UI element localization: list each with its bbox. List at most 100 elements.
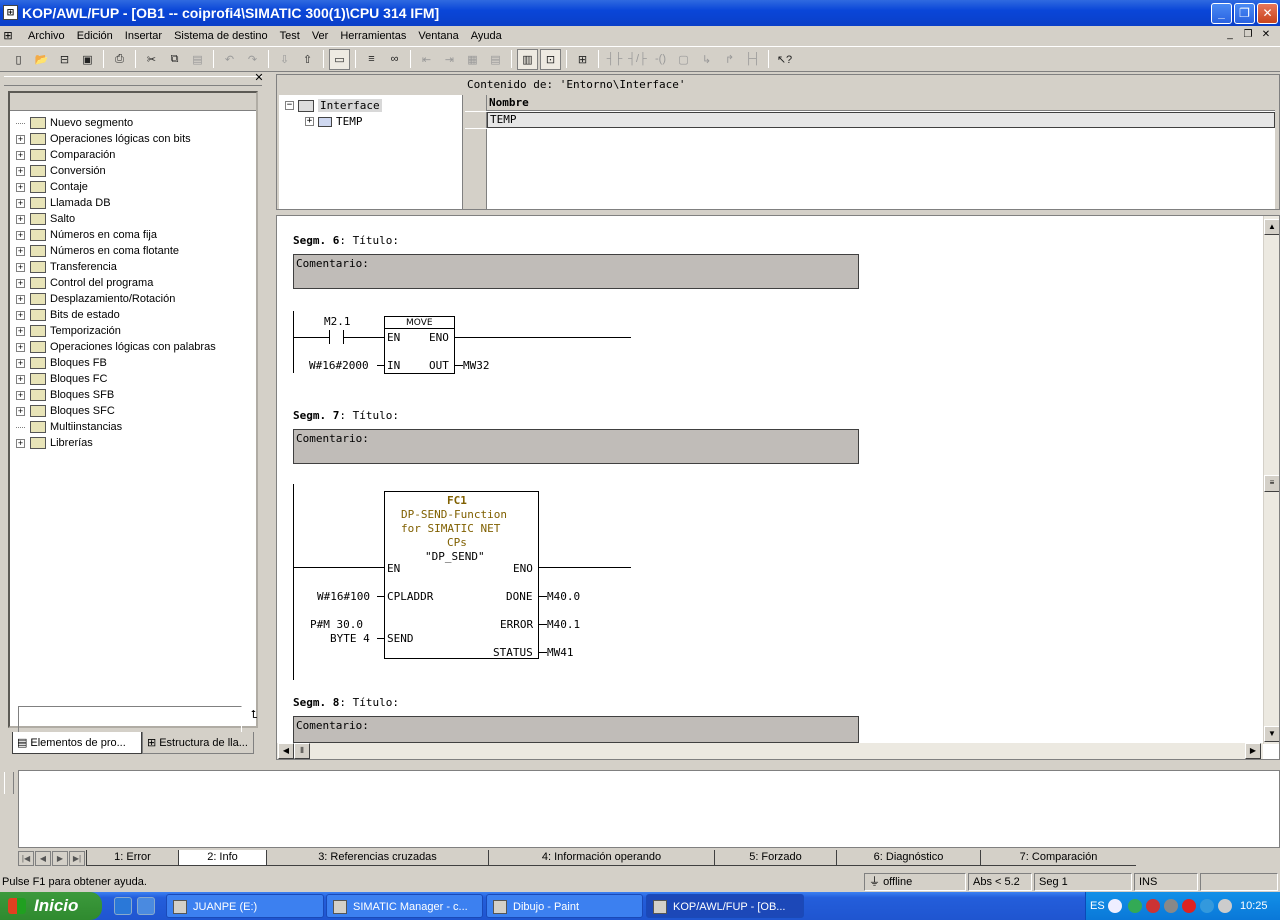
tree-item[interactable]: + Números en coma fija (10, 227, 256, 243)
send-value-line2[interactable]: BYTE 4 (330, 632, 370, 645)
panel-icon[interactable]: ▥ (517, 48, 538, 70)
branch-open-icon[interactable]: ↳ (696, 49, 717, 70)
menu-test[interactable]: Test (274, 30, 306, 42)
expand-icon[interactable]: + (16, 262, 25, 272)
segment-7-header[interactable]: Segm. 7: Título: (293, 409, 399, 422)
tab-last-button[interactable]: ▶| (69, 850, 85, 866)
task-juanpe[interactable]: JUANPE (E:) (166, 894, 324, 918)
menu-ventana[interactable]: Ventana (412, 30, 464, 42)
expand-icon[interactable]: + (16, 310, 25, 320)
save-icon[interactable]: ▣ (77, 49, 98, 70)
tree-item[interactable]: + Librerías (10, 435, 256, 451)
segment-6-comment[interactable]: Comentario: (293, 254, 859, 289)
tree-item[interactable]: + Bloques FC (10, 371, 256, 387)
expand-icon[interactable]: + (16, 390, 25, 400)
segment-8-header[interactable]: Segm. 8: Título: (293, 696, 399, 709)
tab-call-structure[interactable]: ⊞ Estructura de lla... (142, 732, 254, 754)
scroll-left-button[interactable]: ◀ (278, 743, 294, 759)
minimize-button[interactable]: _ (1211, 3, 1232, 24)
expand-icon[interactable]: + (16, 150, 25, 160)
table-row[interactable]: TEMP (465, 112, 1275, 128)
tray-shield-icon[interactable] (1146, 899, 1160, 913)
output-tab[interactable]: 6: Diagnóstico (836, 850, 980, 866)
contact-operand[interactable]: M2.1 (324, 315, 351, 328)
paste-icon[interactable]: ▤ (187, 49, 208, 70)
menu-ver[interactable]: Ver (306, 30, 335, 42)
menu-ayuda[interactable]: Ayuda (465, 30, 508, 42)
glasses-icon[interactable]: ∞ (384, 49, 405, 70)
expand-icon[interactable]: + (16, 198, 25, 208)
expand-icon[interactable]: + (16, 246, 25, 256)
collapse-icon[interactable]: − (285, 101, 294, 110)
contact-no-icon[interactable]: ┤├ (604, 49, 625, 70)
ie-icon[interactable] (114, 897, 132, 915)
tray-network-icon[interactable] (1128, 899, 1142, 913)
new-icon[interactable]: ▯ (8, 49, 29, 70)
expand-icon[interactable]: + (16, 406, 25, 416)
ladder-editor[interactable]: Segm. 6: Título: Comentario: M2.1 MOVE E… (276, 215, 1280, 760)
task-simatic-manager[interactable]: SIMATIC Manager - c... (326, 894, 483, 918)
tree-item[interactable]: + Conversión (10, 163, 256, 179)
output-tab[interactable]: 4: Información operando (488, 850, 714, 866)
tab-next-button[interactable]: ▶ (52, 850, 68, 866)
done-value[interactable]: M40.0 (547, 590, 580, 603)
output-area[interactable] (18, 770, 1280, 848)
print-icon[interactable]: ⎙ (109, 49, 130, 70)
start-button[interactable]: Inicio (0, 892, 102, 920)
new-segment-icon[interactable]: ⊞ (572, 49, 593, 70)
expand-icon[interactable]: + (16, 166, 25, 176)
tree-node-interface[interactable]: − Interface (285, 99, 382, 112)
menu-insertar[interactable]: Insertar (119, 30, 168, 42)
send-value-line1[interactable]: P#M 30.0 (310, 618, 363, 631)
editor-horizontal-scrollbar[interactable]: ◀ ⦀ ▶ (277, 743, 1263, 759)
tree-item[interactable]: Nuevo segmento (10, 115, 256, 131)
tree-item[interactable]: + Operaciones lógicas con bits (10, 131, 256, 147)
expand-icon[interactable]: + (16, 326, 25, 336)
coil-icon[interactable]: -() (650, 49, 671, 70)
output-tab[interactable]: 7: Comparación (980, 850, 1136, 866)
task-kop-awl-fup[interactable]: KOP/AWL/FUP - [OB... (646, 894, 804, 918)
box-icon[interactable]: ▢ (673, 49, 694, 70)
mdi-minimize-button[interactable]: _ (1222, 28, 1238, 42)
title-bar[interactable]: ⊞ KOP/AWL/FUP - [OB1 -- coiprofi4\SIMATI… (0, 0, 1280, 26)
tree-item[interactable]: + Operaciones lógicas con palabras (10, 339, 256, 355)
menu-sistema-destino[interactable]: Sistema de destino (168, 30, 274, 42)
tree-item[interactable]: + Transferencia (10, 259, 256, 275)
overview-icon[interactable]: ▭ (329, 48, 350, 70)
editor-vertical-scrollbar[interactable]: ▲ ≡ ▼ (1263, 216, 1279, 744)
error-value[interactable]: M40.1 (547, 618, 580, 631)
tree-item[interactable]: Multiinstancias (10, 419, 256, 435)
move-out-value[interactable]: MW32 (463, 359, 490, 372)
details-view-icon[interactable]: ⊡ (540, 48, 561, 70)
branch-close-icon[interactable]: ↱ (719, 49, 740, 70)
segment-7-comment[interactable]: Comentario: (293, 429, 859, 464)
upload-icon[interactable]: ⇧ (297, 49, 318, 70)
column-header-nombre[interactable]: Nombre (487, 95, 1275, 111)
segment-8-comment[interactable]: Comentario: (293, 716, 859, 743)
insert-element-icon[interactable]: ⮤ (244, 706, 264, 726)
undo-icon[interactable]: ↶ (219, 49, 240, 70)
tray-opera-icon[interactable] (1182, 899, 1196, 913)
tree-item[interactable]: + Bits de estado (10, 307, 256, 323)
jump-next-icon[interactable]: ⇥ (439, 49, 460, 70)
vertical-scroll-thumb[interactable]: ≡ (1264, 475, 1279, 492)
expand-icon[interactable]: + (16, 182, 25, 192)
tree-item[interactable]: + Control del programa (10, 275, 256, 291)
tray-messenger-icon[interactable] (1200, 899, 1214, 913)
download-icon[interactable]: ⇩ (274, 49, 295, 70)
tree-item[interactable]: + Llamada DB (10, 195, 256, 211)
output-tab[interactable]: 2: Info (178, 850, 266, 866)
connection-icon[interactable]: ├┤ (742, 49, 763, 70)
tree-item[interactable]: + Desplazamiento/Rotación (10, 291, 256, 307)
expand-icon[interactable]: + (16, 134, 25, 144)
segment-6-header[interactable]: Segm. 6: Título: (293, 234, 399, 247)
explorer-icon[interactable] (137, 897, 155, 915)
cpladdr-value[interactable]: W#16#100 (317, 590, 370, 603)
tree-item[interactable]: + Comparación (10, 147, 256, 163)
tree-item[interactable]: + Salto (10, 211, 256, 227)
tree-node-temp[interactable]: + TEMP (305, 115, 363, 128)
tree-item[interactable]: + Bloques SFB (10, 387, 256, 403)
mdi-system-icon[interactable]: ⊞ (0, 29, 22, 42)
expand-icon[interactable]: + (16, 374, 25, 384)
language-indicator[interactable]: ES (1090, 892, 1105, 920)
